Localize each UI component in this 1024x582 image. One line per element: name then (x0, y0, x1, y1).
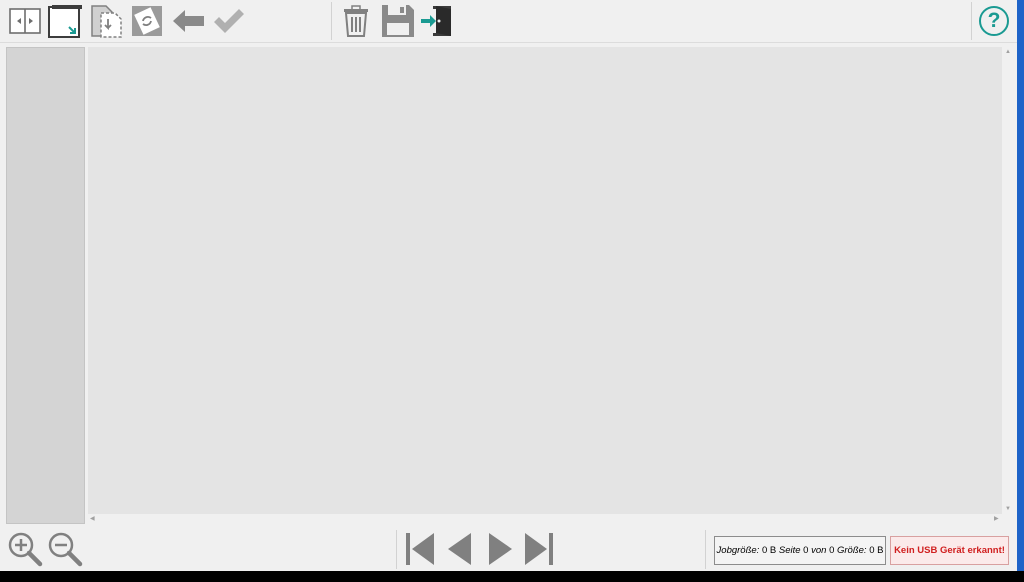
size-value: 0 B (869, 545, 884, 556)
fit-page-button[interactable] (46, 2, 84, 40)
document-preview-area[interactable] (88, 47, 1002, 514)
undo-button[interactable] (170, 2, 208, 40)
horizontal-scrollbar[interactable]: ◀ ▶ (88, 514, 1002, 524)
help-label: ? (987, 9, 1001, 32)
first-page-button[interactable] (401, 530, 439, 568)
checkmark-icon (214, 9, 244, 33)
help-icon: ? (979, 6, 1009, 36)
last-page-icon (525, 533, 553, 565)
bottom-separator (396, 530, 397, 569)
first-page-icon (406, 533, 434, 565)
exit-door-icon (421, 6, 451, 36)
rotate-page-icon (132, 6, 162, 36)
split-pages-icon (9, 8, 41, 34)
zoom-in-button[interactable] (6, 530, 44, 568)
page-label: Seite (778, 545, 801, 556)
toolbar-separator (331, 2, 332, 40)
page-of-label: von (811, 545, 827, 556)
usb-status-warning: Kein USB Gerät erkannt! (890, 536, 1009, 565)
scroll-down-arrow-icon[interactable]: ▼ (1005, 506, 1011, 512)
next-page-icon (489, 533, 512, 565)
job-size-label: Jobgröße: (716, 545, 760, 556)
job-status-field: Jobgröße: 0 B Seite 0 von 0 Größe: 0 B (714, 536, 886, 565)
apply-button[interactable] (210, 2, 248, 40)
trash-icon (344, 5, 368, 37)
help-button[interactable]: ? (975, 2, 1013, 40)
zoom-in-icon (8, 532, 43, 567)
page-total: 0 (829, 545, 835, 556)
size-label: Größe: (837, 545, 867, 556)
fit-page-icon (48, 5, 82, 38)
undo-arrow-icon (173, 10, 204, 32)
previous-page-button[interactable] (441, 530, 479, 568)
previous-page-icon (448, 533, 471, 565)
page-thumbnail-panel[interactable] (6, 47, 85, 524)
delete-button[interactable] (337, 2, 375, 40)
next-page-button[interactable] (481, 530, 519, 568)
zoom-out-button[interactable] (46, 530, 84, 568)
bottom-separator (705, 530, 706, 569)
scroll-up-arrow-icon[interactable]: ▲ (1005, 49, 1011, 55)
zoom-out-icon (48, 532, 83, 567)
save-button[interactable] (378, 2, 418, 40)
rotate-page-button[interactable] (128, 2, 166, 40)
job-size-value: 0 B (761, 545, 777, 556)
exit-button[interactable] (418, 2, 456, 40)
scroll-right-arrow-icon[interactable]: ▶ (994, 516, 999, 522)
page-current: 0 (803, 545, 809, 556)
bottom-bar: Jobgröße: 0 B Seite 0 von 0 Größe: 0 B K… (0, 528, 1017, 571)
desktop-background-strip (1017, 0, 1024, 571)
copy-page-icon (91, 5, 122, 38)
last-page-button[interactable] (520, 530, 558, 568)
copy-page-button[interactable] (88, 2, 126, 40)
split-pages-button[interactable] (6, 2, 44, 40)
toolbar-separator (971, 2, 972, 40)
app-window: ? ▲ ▼ ◀ ▶ Jobgröße: 0 B Seite 0 von 0 Gr… (0, 0, 1017, 571)
vertical-scrollbar[interactable]: ▲ ▼ (1002, 47, 1014, 514)
save-disk-icon (382, 5, 414, 37)
scroll-left-arrow-icon[interactable]: ◀ (90, 516, 95, 522)
toolbar: ? (0, 0, 1017, 43)
